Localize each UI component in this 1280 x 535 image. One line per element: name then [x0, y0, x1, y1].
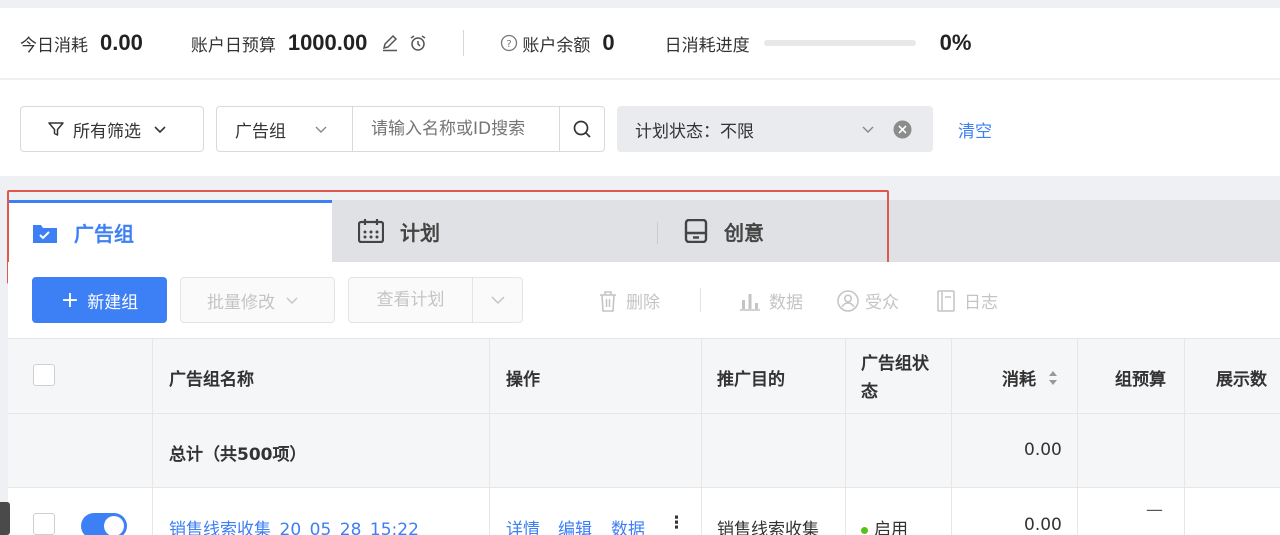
bar-chart-icon	[740, 293, 760, 311]
row-checkbox[interactable]	[33, 513, 55, 535]
audience-label: 受众	[865, 293, 899, 313]
column-header-impressions: 展示数	[1216, 370, 1267, 390]
row-status: 启用	[861, 515, 908, 535]
column-header-status: 广告组状态	[861, 354, 929, 402]
daily-budget-label: 账户日预算	[190, 35, 276, 56]
spend-header-label: 消耗	[1002, 370, 1036, 390]
column-divider	[152, 338, 153, 535]
column-divider	[1184, 338, 1185, 535]
batch-edit-button[interactable]: 批量修改	[180, 277, 335, 323]
row-detail-link[interactable]: 详情	[506, 515, 540, 535]
search-button[interactable]	[559, 107, 604, 151]
chevron-down-icon[interactable]	[490, 292, 506, 308]
column-header-actions: 操作	[506, 370, 540, 390]
stats-divider	[463, 30, 465, 56]
scroll-handle[interactable]	[0, 502, 10, 535]
tab-creative[interactable]: 创意	[684, 200, 764, 262]
plan-status-select[interactable]: 计划状态：不限	[617, 106, 933, 152]
spend-progress-label: 日消耗进度	[664, 35, 750, 56]
all-filters-button[interactable]: 所有筛选	[20, 106, 204, 152]
column-header-name: 广告组名称	[169, 370, 254, 390]
chevron-down-icon	[862, 126, 874, 133]
column-header-spend[interactable]: 消耗	[1002, 365, 1058, 390]
filter-bar: 所有筛选 广告组 计划状态：不限 清空	[0, 80, 1280, 176]
toolbar-divider	[700, 288, 701, 312]
tab-label: 计划	[400, 220, 440, 245]
edit-icon[interactable]	[381, 34, 399, 52]
plus-icon: +	[60, 287, 80, 313]
audience-button[interactable]: 受众	[837, 288, 899, 313]
daily-budget-value: 1000.00	[287, 30, 368, 55]
help-circle-icon[interactable]: ?	[500, 34, 518, 52]
row-status-label: 启用	[874, 520, 908, 535]
tab-ad-group[interactable]: 广告组	[8, 200, 332, 262]
trash-icon	[600, 290, 616, 312]
search-group: 广告组	[216, 106, 605, 152]
calendar-icon	[358, 219, 384, 243]
log-label: 日志	[964, 293, 998, 313]
tab-plan[interactable]: 计划	[358, 200, 440, 262]
tab-label: 创意	[724, 220, 764, 245]
view-plan-button[interactable]: 查看计划	[348, 277, 523, 323]
spend-progress-value: 0%	[939, 30, 972, 55]
row-budget: —	[1146, 500, 1163, 520]
ad-group-name-link[interactable]: 销售线索收集_20_05_28_15:22	[169, 515, 419, 535]
column-header-budget: 组预算	[1115, 370, 1166, 390]
column-divider	[951, 338, 952, 535]
summary-label: 总计（共500项）	[169, 445, 307, 465]
data-label: 数据	[769, 293, 803, 313]
today-spend-value: 0.00	[100, 30, 143, 55]
column-divider	[1077, 338, 1078, 535]
more-vertical-icon[interactable]: ⋮	[668, 513, 685, 533]
scope-select-value: 广告组	[235, 121, 286, 142]
new-group-button[interactable]: + 新建组	[32, 277, 167, 323]
spend-progress-bar	[763, 40, 916, 46]
tab-separator	[657, 222, 658, 244]
filter-icon	[48, 122, 64, 136]
row-edit-link[interactable]: 编辑	[558, 515, 592, 535]
today-spend-label: 今日消耗	[20, 35, 88, 56]
folder-check-icon	[33, 224, 57, 243]
chevron-down-icon	[315, 126, 327, 133]
plan-status-value: 计划状态：不限	[635, 121, 754, 142]
batch-edit-label: 批量修改	[207, 292, 275, 313]
scope-select[interactable]: 广告组	[217, 107, 353, 151]
summary-spend: 0.00	[1024, 440, 1062, 460]
row-enable-toggle[interactable]	[81, 513, 127, 535]
search-input[interactable]	[353, 107, 559, 151]
clear-filters-link[interactable]: 清空	[958, 117, 992, 142]
delete-label: 删除	[626, 293, 660, 313]
row-spend: 0.00	[1024, 515, 1062, 535]
account-balance-label: 账户余额	[522, 35, 591, 56]
column-divider	[489, 338, 490, 535]
column-divider	[845, 338, 846, 535]
chevron-down-icon	[154, 126, 166, 134]
log-button[interactable]: 日志	[936, 288, 998, 313]
row-data-link[interactable]: 数据	[611, 515, 645, 535]
data-button[interactable]: 数据	[739, 288, 803, 313]
delete-button[interactable]: 删除	[598, 288, 660, 313]
clear-circle-icon[interactable]	[893, 120, 912, 139]
chevron-down-icon	[286, 297, 298, 304]
sort-icon	[1048, 371, 1057, 385]
alarm-clock-icon[interactable]	[409, 34, 427, 52]
audience-icon	[837, 289, 859, 312]
view-plan-label: 查看计划	[349, 278, 473, 322]
svg-text:?: ?	[507, 39, 512, 50]
account-stats-bar: 今日消耗 0.00 账户日预算 1000.00 ? 账户余额 0 日消耗进度 0…	[0, 8, 1280, 78]
select-all-checkbox[interactable]	[33, 364, 55, 386]
all-filters-label: 所有筛选	[73, 121, 141, 142]
search-icon	[573, 120, 591, 138]
log-icon	[937, 289, 955, 312]
status-dot	[861, 526, 868, 534]
new-group-label: 新建组	[87, 292, 139, 313]
tab-label: 广告组	[74, 222, 134, 246]
column-divider	[701, 338, 702, 535]
column-header-purpose: 推广目的	[717, 370, 785, 390]
row-purpose: 销售线索收集	[717, 520, 819, 535]
account-balance-value: 0	[602, 30, 615, 55]
creative-icon	[684, 219, 708, 243]
